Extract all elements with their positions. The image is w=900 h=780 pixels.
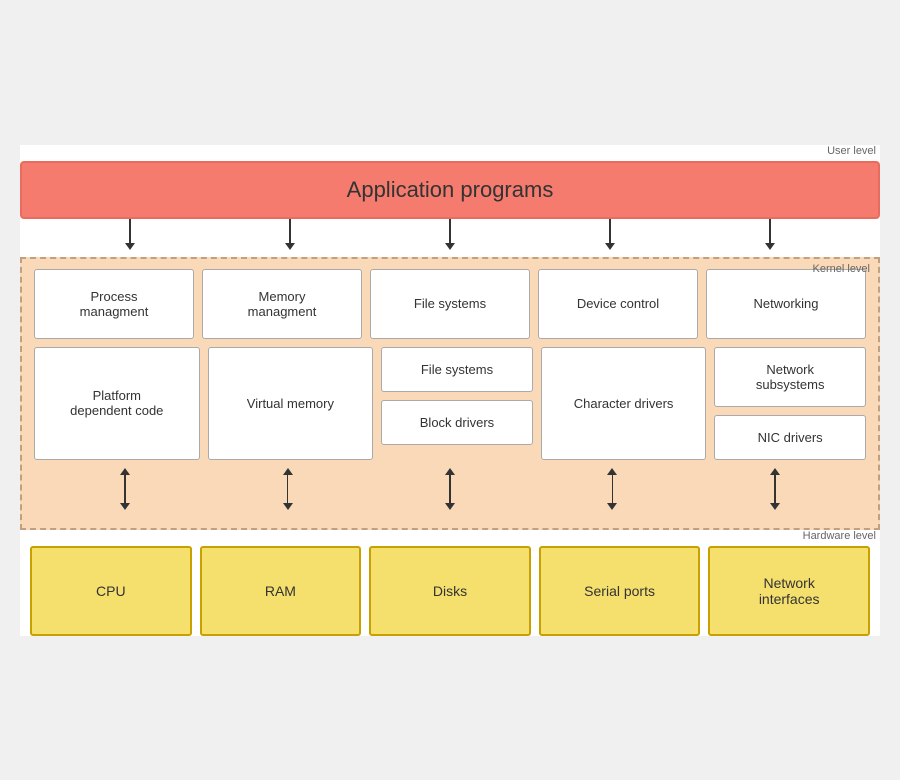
- disks-box: Disks: [369, 546, 531, 636]
- networking-box: Networking: [706, 269, 866, 339]
- device-control-box: Device control: [538, 269, 698, 339]
- bidir-arrow-3: [445, 464, 455, 514]
- cpu-box: CPU: [30, 546, 192, 636]
- diagram: User level Application programs Kernel l…: [20, 145, 880, 636]
- file-systems-top-box: File systems: [370, 269, 530, 339]
- user-level-label: User level: [20, 145, 880, 157]
- app-programs-bar: Application programs: [20, 161, 880, 219]
- hardware-level-label: Hardware level: [20, 530, 880, 542]
- fs-block-col: File systems Block drivers: [381, 347, 533, 460]
- kernel-bottom-row: Platform dependent code Virtual memory F…: [34, 347, 866, 460]
- nic-drivers-box: NIC drivers: [714, 415, 866, 460]
- kernel-top-row: Process managment Memory managment File …: [34, 269, 866, 339]
- virtual-memory-box: Virtual memory: [208, 347, 374, 460]
- network-subsystems-box: Network subsystems: [714, 347, 866, 407]
- block-drivers-box: Block drivers: [381, 400, 533, 445]
- top-arrows: [20, 219, 880, 257]
- hardware-row: CPU RAM Disks Serial ports Network inter…: [20, 546, 880, 636]
- process-management-box: Process managment: [34, 269, 194, 339]
- bidir-arrows-row: [34, 464, 866, 514]
- bidir-arrow-2: [283, 464, 293, 514]
- network-interfaces-box: Network interfaces: [708, 546, 870, 636]
- ram-box: RAM: [200, 546, 362, 636]
- kernel-section: Kernel level Process managment Memory ma…: [20, 257, 880, 530]
- kernel-level-label: Kernel level: [813, 263, 870, 275]
- serial-ports-box: Serial ports: [539, 546, 701, 636]
- character-drivers-box: Character drivers: [541, 347, 707, 460]
- bidir-arrow-1: [120, 464, 130, 514]
- bidir-arrow-4: [607, 464, 617, 514]
- platform-dependent-box: Platform dependent code: [34, 347, 200, 460]
- file-systems-bottom-box: File systems: [381, 347, 533, 392]
- net-col: Network subsystems NIC drivers: [714, 347, 866, 460]
- memory-management-box: Memory managment: [202, 269, 362, 339]
- bidir-arrow-5: [770, 464, 780, 514]
